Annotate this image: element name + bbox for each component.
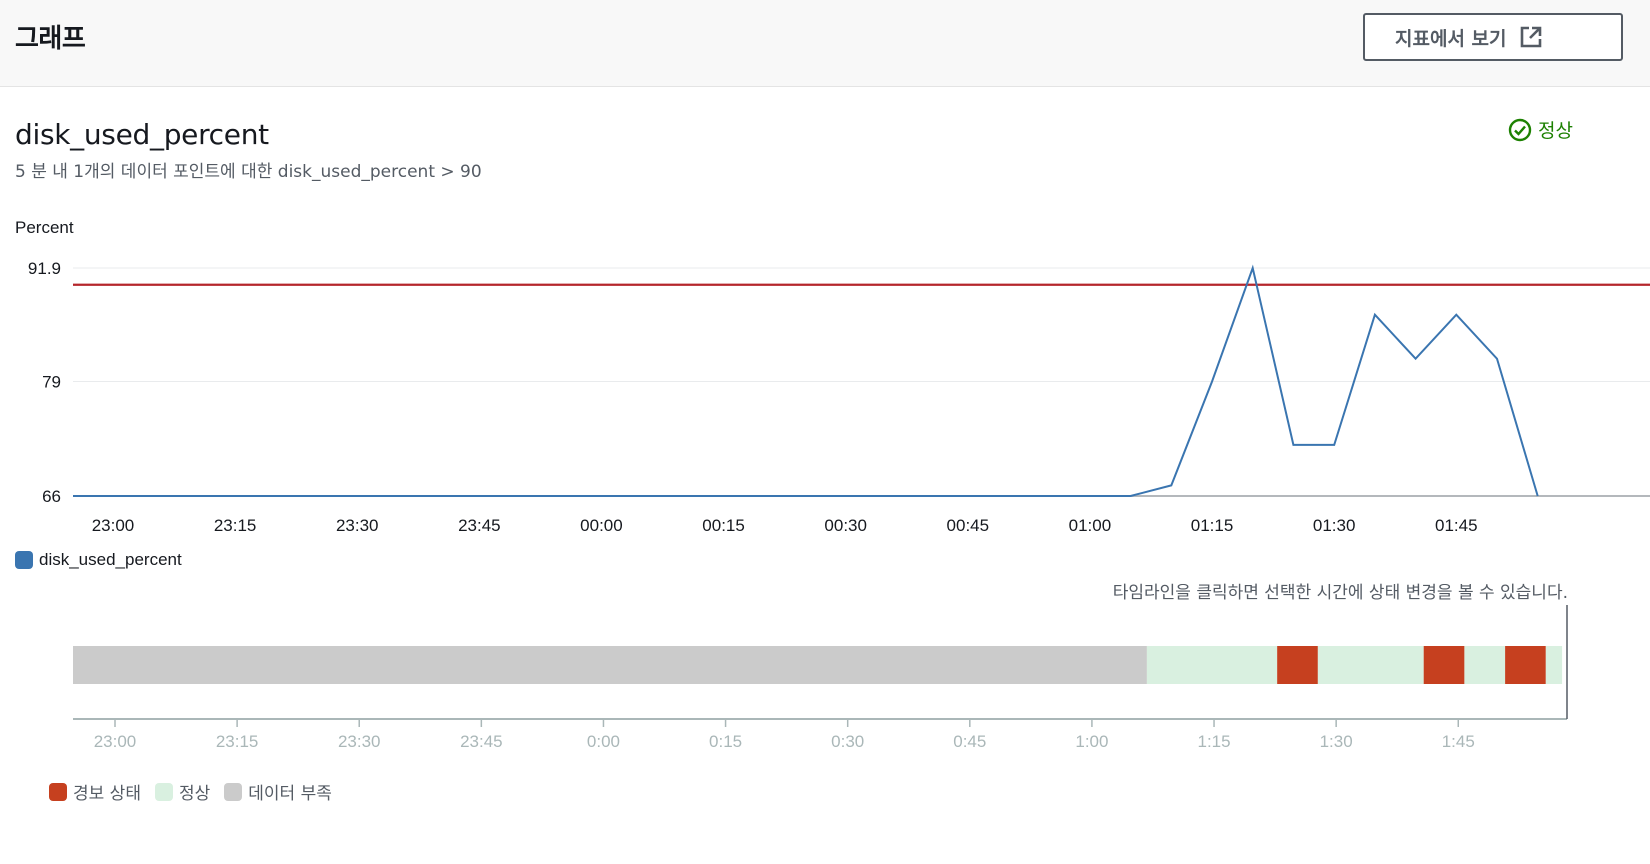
timeline-segment-ok <box>1545 646 1563 684</box>
timeline-tick-label: 1:30 <box>1320 732 1353 751</box>
timeline-segment-alarm <box>1277 646 1318 684</box>
timeline-segment-insufficient <box>73 646 1147 684</box>
timeline-segment-ok <box>1317 646 1424 684</box>
x-tick-label: 23:00 <box>92 516 135 535</box>
x-tick-label: 01:45 <box>1435 516 1478 535</box>
timeline-tick-label: 0:00 <box>587 732 620 751</box>
x-tick-label: 23:45 <box>458 516 501 535</box>
x-tick-label: 00:30 <box>824 516 867 535</box>
chart-legend[interactable]: disk_used_percent <box>15 550 182 570</box>
timeline-tick-label: 1:15 <box>1197 732 1230 751</box>
x-tick-label: 01:00 <box>1069 516 1112 535</box>
timeline-tick-label: 1:00 <box>1075 732 1108 751</box>
y-tick-label: 66 <box>42 487 61 506</box>
timeline-tick-label: 0:30 <box>831 732 864 751</box>
legend-label-alarm: 경보 상태 <box>73 784 141 804</box>
x-tick-label: 00:00 <box>580 516 623 535</box>
x-tick-label: 23:30 <box>336 516 379 535</box>
legend-swatch-ok <box>154 782 173 801</box>
timeline-hint: 타임라인을 클릭하면 선택한 시간에 상태 변경을 볼 수 있습니다. <box>1112 583 1568 603</box>
x-tick-label: 23:15 <box>214 516 257 535</box>
timeline-tick-label: 23:15 <box>216 732 259 751</box>
timeline-segment-ok <box>1464 646 1506 684</box>
timeline-tick-label: 23:00 <box>94 732 137 751</box>
y-tick-label: 79 <box>42 373 61 392</box>
y-tick-label: 91.9 <box>28 259 61 278</box>
x-tick-label: 00:15 <box>702 516 745 535</box>
timeline-segment-alarm <box>1423 646 1465 684</box>
timeline-segment-alarm <box>1505 646 1546 684</box>
timeline-legend-item-alarm: 경보 상태 <box>49 779 141 804</box>
timeline-legend-item-insufficient: 데이터 부족 <box>224 779 332 804</box>
legend-label-ok: 정상 <box>178 784 211 804</box>
timeline-segment-ok <box>1146 646 1278 684</box>
timeline-legend: 경보 상태 정상 데이터 부족 <box>49 779 332 804</box>
series-swatch <box>15 551 33 569</box>
x-tick-label: 01:30 <box>1313 516 1356 535</box>
x-tick-label: 00:45 <box>947 516 990 535</box>
timeline-tick-label: 23:30 <box>338 732 381 751</box>
metric-chart[interactable]: 91.9 79 66 23:00 23:15 23:30 23:45 00:00 00:15 00… <box>0 0 1650 864</box>
timeline-tick-label: 0:45 <box>953 732 986 751</box>
legend-label-insufficient: 데이터 부족 <box>248 784 332 804</box>
legend-series-name: disk_used_percent <box>39 550 182 569</box>
x-tick-label: 01:15 <box>1191 516 1234 535</box>
timeline-tick-label: 0:15 <box>709 732 742 751</box>
timeline-legend-item-ok: 정상 <box>154 779 211 804</box>
timeline-tick-label: 1:45 <box>1442 732 1475 751</box>
timeline-tick-label: 23:45 <box>460 732 503 751</box>
legend-swatch-insufficient <box>224 782 243 801</box>
legend-swatch-alarm <box>49 782 67 801</box>
